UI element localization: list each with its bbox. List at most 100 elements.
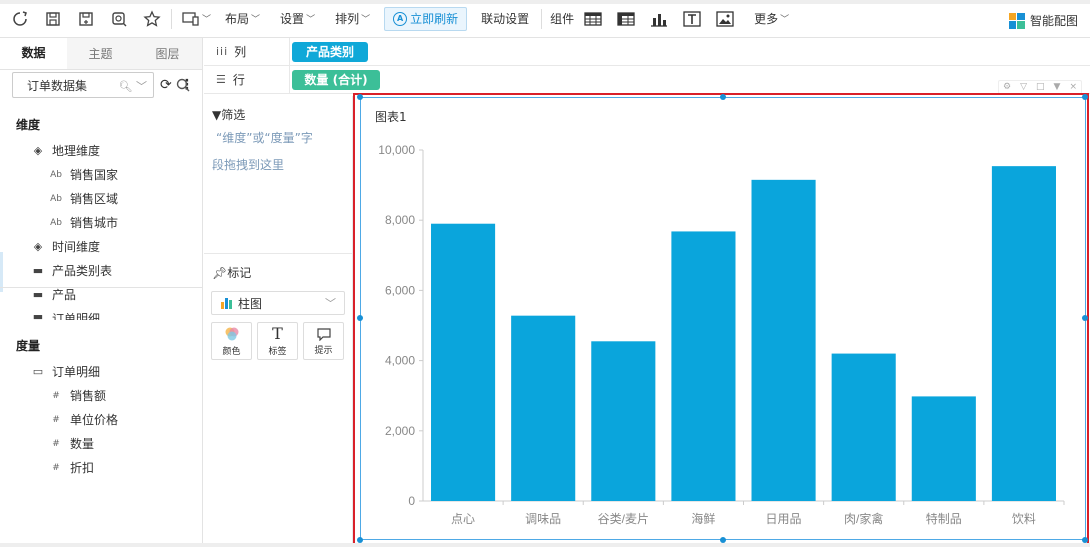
auto-refresh-icon: A [393,11,408,26]
x-tick-label: 点心 [451,512,475,526]
text-field-icon: Ab [50,193,62,204]
tab-layers[interactable]: 图层 [134,38,201,69]
y-tick-label: 0 [408,494,415,508]
more-menu[interactable]: 更多 ﹀ [754,10,789,27]
save-icon[interactable] [40,6,66,32]
toolbar-separator [541,8,543,29]
filter-icon[interactable]: ▽ [1020,82,1027,92]
device-menu[interactable]: ﹀ [182,11,211,27]
x-tick-label: 海鲜 [691,511,715,526]
table-icon[interactable] [580,6,606,32]
bar [431,223,496,501]
columns-icon: iii [216,45,229,58]
menu-layout[interactable]: 布局 ﹀ [225,10,260,27]
tooltip-icon [316,327,331,341]
columns-shelf-label: iii 列 [204,38,290,65]
tree-item-product[interactable]: ▬ 产品 [30,286,76,303]
tree-item-label: 时间维度 [52,240,101,254]
caret-down-icon[interactable]: ▼ [1054,82,1061,92]
chevron-down-icon: ﹀ [780,15,790,25]
color-icon [225,327,238,340]
tree-item-label: 单位价格 [70,413,119,427]
y-tick-label: 8,000 [385,213,415,227]
tree-item-region[interactable]: Ab 销售区域 [48,190,118,207]
image-icon[interactable] [712,6,738,32]
mark-color-button[interactable]: 颜色 [211,322,252,360]
x-tick-label: 谷类/麦片 [598,512,649,526]
refresh-icon[interactable] [7,6,33,32]
tree-item-geo-dimension[interactable]: ◈ 地理维度 [30,142,100,159]
menu-layout-label: 布局 [225,12,250,26]
chart-type-select[interactable]: 柱图 ﹀ [211,291,345,315]
text-icon[interactable] [679,6,705,32]
layers-icon: ◈ [33,144,43,157]
tree-item-label: 产品 [52,288,77,302]
mark-label-button[interactable]: T 标签 [257,322,298,360]
folder-icon: ▬ [32,288,44,301]
menu-arrange[interactable]: 排列 ﹀ [335,10,370,27]
panel-divider [0,287,202,288]
marks-title: 📌︎标记 [212,264,251,281]
y-tick-label: 4,000 [385,354,415,368]
x-tick-label: 调味品 [525,512,561,526]
y-tick-label: 6,000 [385,283,415,297]
tree-item-unit-price[interactable]: # 单位价格 [48,411,118,428]
filter-dropzone[interactable]: ▼筛选 “维度”或“度量”字 段拖拽到这里 [204,96,352,254]
tree-item-category-table[interactable]: ▬ 产品类别表 [30,262,112,279]
menu-settings-label: 设置 [280,12,305,26]
tree-item-label: 数量 [70,437,95,451]
refresh-now-button[interactable]: A 立即刷新 [384,6,468,31]
tree-item-quantity[interactable]: # 数量 [48,435,94,452]
bar-chart-icon [221,298,232,309]
device-icon [182,11,199,26]
columns-pill[interactable]: 产品类别 [292,41,368,62]
chart-title: 图表1 [375,110,407,124]
bar [511,315,576,501]
tree-item-order-detail[interactable]: ▭ 订单明细 [30,363,100,380]
bar-chart-icon[interactable] [646,6,672,32]
rows-pill[interactable]: 数量 (合计) [292,69,380,90]
menu-settings[interactable]: 设置 ﹀ [280,10,315,27]
tree-item-city[interactable]: Ab 销售城市 [48,214,118,231]
chevron-down-icon: ﹀ [202,15,212,25]
tab-theme[interactable]: 主题 [67,38,134,69]
mark-tooltip-label: 提示 [314,345,333,356]
star-icon[interactable] [139,6,165,32]
smart-chart-logo-icon [1008,12,1025,29]
columns-shelf: iii 列 产品类别 [204,38,1090,66]
x-tick-label: 饮料 [1012,512,1036,526]
smart-chart-button[interactable]: 智能配图 [1008,12,1078,29]
gear-icon[interactable]: ⚙ [1003,82,1011,92]
tree-item-order-detail-dim[interactable]: ▬ 订单明细 [30,310,100,320]
tree-item-label: 销售城市 [70,216,119,230]
status-strip [0,543,1090,547]
save-as-icon[interactable] [73,6,99,32]
filter-hint: “维度”或“度量”字 段拖拽到这里 [212,128,348,182]
text-field-icon: Ab [50,169,62,180]
folder-open-icon: ▭ [32,365,44,378]
tree-item-country[interactable]: Ab 销售国家 [48,166,118,183]
dataset-select[interactable]: 订单数据集 🔍︎ ﹀ [12,72,154,98]
linkage-settings-button[interactable]: 联动设置 [481,10,529,27]
rows-icon: ☰ [216,73,227,86]
x-tick-label: 肉/家禽 [844,511,883,526]
bar-chart: 0 2,000 4,000 6,000 8,000 10,000 点心 调味品 谷类/麦片 海鲜 日… [378,143,1065,526]
folder-icon: ▬ [32,310,44,320]
preview-icon[interactable] [106,6,132,32]
maximize-icon[interactable]: □ [1036,82,1045,92]
search-icon: 🔍︎ ﹀ [118,80,147,93]
tree-item-sales[interactable]: # 销售额 [48,387,106,404]
bar [751,179,816,501]
panel-resize-handle[interactable] [0,252,3,292]
tab-data[interactable]: 数据 [0,38,67,69]
bar [831,353,896,501]
close-icon[interactable]: × [1069,82,1077,92]
tree-item-discount[interactable]: # 折扣 [48,459,94,476]
panel-tabs: 数据 主题 图层 [0,38,202,70]
dimension-search-icon[interactable] [176,78,190,95]
dataset-row: 订单数据集 🔍︎ ﹀ ⟳ ⋮ [12,72,194,98]
tree-item-time-dimension[interactable]: ◈ 时间维度 [30,238,100,255]
crosstable-icon[interactable] [613,6,639,32]
mark-tooltip-button[interactable]: 提示 [303,322,344,360]
dataset-refresh-icon[interactable]: ⟳ [160,77,172,93]
